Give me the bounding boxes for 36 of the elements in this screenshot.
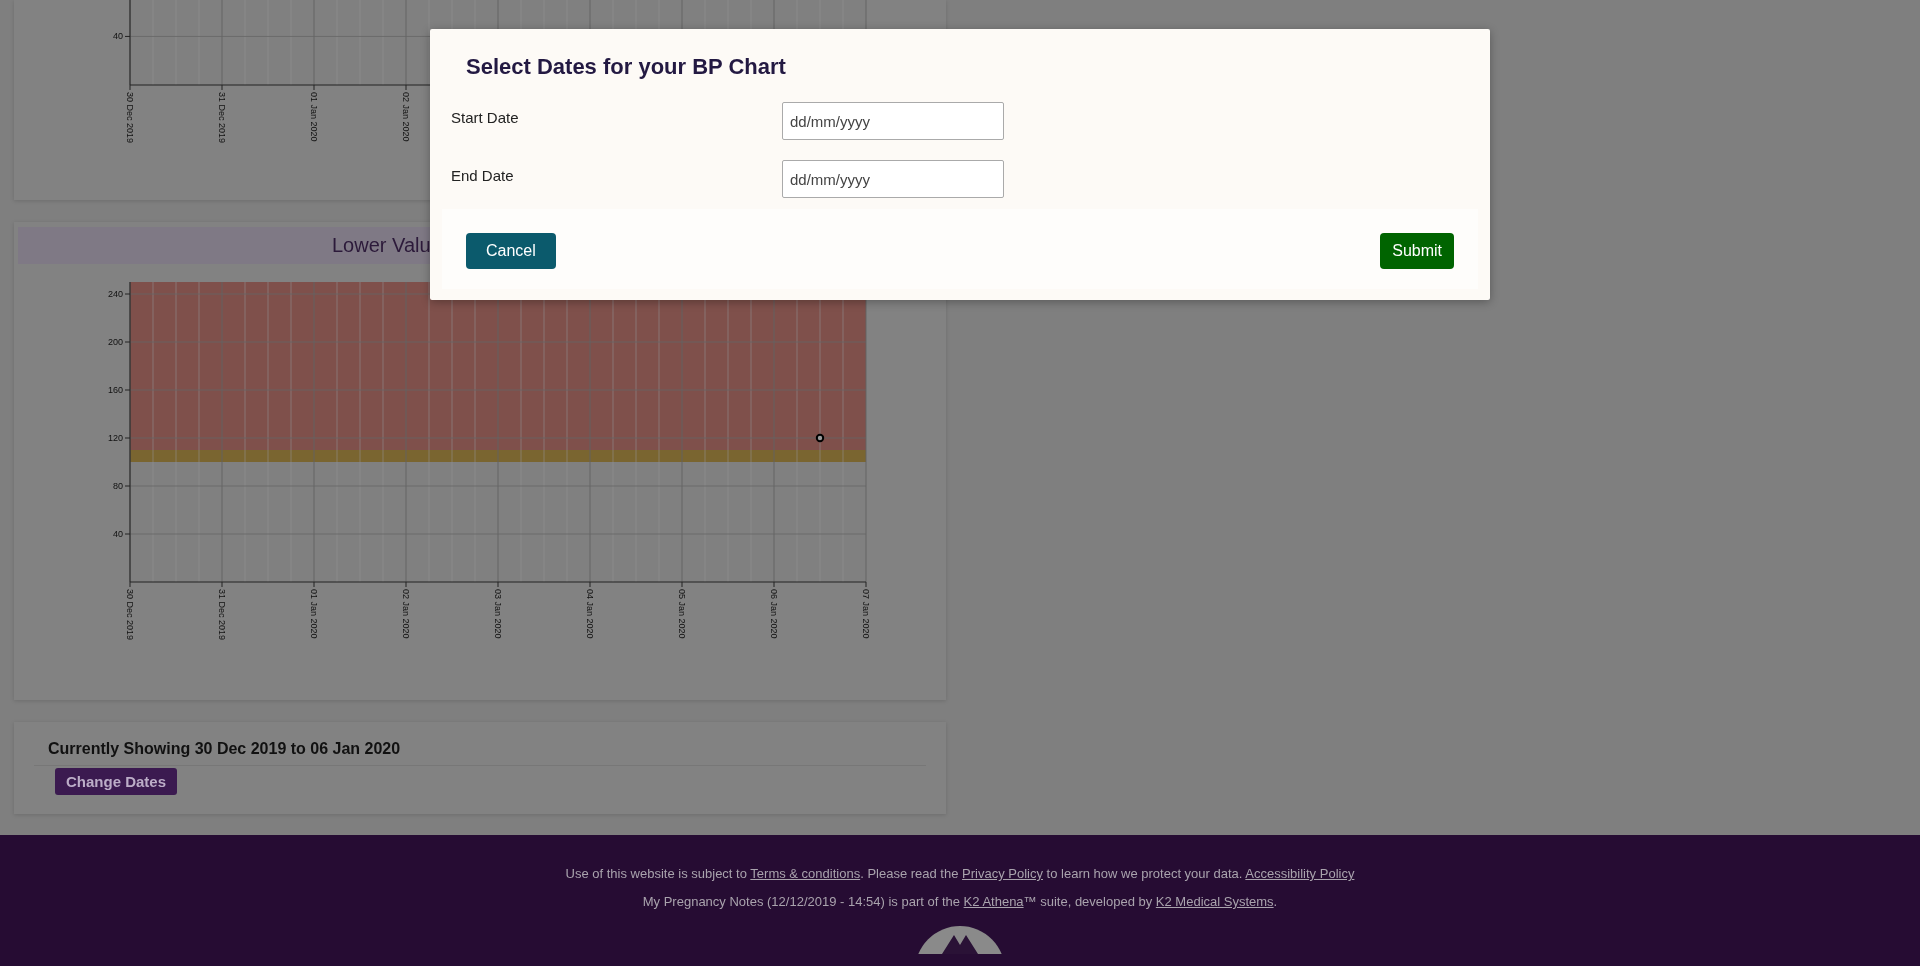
axis-tick-label: 30 Dec 2019 [125, 589, 135, 641]
axis-tick-label: 40 [113, 529, 123, 539]
footer-text: Use of this website is subject to Terms & conditions. Please read the Privacy Policy to learn how we protect your data. Accessibility Policy [564, 866, 1356, 882]
axis-tick-label: 05 Jan 2020 [677, 589, 687, 639]
axis-tick-label: 31 Dec 2019 [217, 92, 227, 144]
axis-tick-label: 120 [107, 433, 123, 443]
axis-tick-label: 80 [113, 481, 123, 491]
axis-tick-label: 02 Jan 2020 [401, 92, 411, 142]
axis-tick-label: 03 Jan 2020 [493, 589, 503, 639]
axis-tick-label: 01 Jan 2020 [309, 589, 319, 639]
date-input-field[interactable]: dd/mm/yyyy [782, 160, 1004, 198]
field-label: End Date [451, 166, 515, 186]
chart-title: Lower Valu [332, 234, 431, 257]
date-input-field[interactable]: dd/mm/yyyy [782, 102, 1004, 140]
date-range-text: Currently Showing 30 Dec 2019 to 06 Jan 2020 [48, 739, 402, 759]
footer-link[interactable]: Accessibility Policy [1245, 866, 1355, 881]
footer-text: My Pregnancy Notes (12/12/2019 - 14:54) is part of the K2 Athena™ suite, developed by K2 Medical Systems. [641, 894, 1279, 910]
cancel-button[interactable]: Cancel [466, 233, 556, 269]
dialog-title: Select Dates for your BP Chart [465, 53, 787, 81]
axis-tick-label: 240 [107, 289, 123, 299]
axis-tick-label: 04 Jan 2020 [585, 589, 595, 639]
field-label: Start Date [451, 108, 520, 128]
axis-tick-label: 31 Dec 2019 [217, 589, 227, 641]
footer-link[interactable]: K2 Medical Systems [1155, 894, 1274, 909]
axis-tick-label: 30 Dec 2019 [125, 92, 135, 144]
axis-tick-label: 40 [113, 31, 123, 42]
axis-tick-label: 01 Jan 2020 [309, 92, 319, 142]
footer-link[interactable]: K2 Athena [963, 894, 1024, 909]
change-dates-button[interactable]: Change Dates [55, 768, 178, 795]
axis-tick-label: 200 [107, 337, 123, 347]
footer-link[interactable]: Privacy Policy [962, 866, 1043, 881]
axis-tick-label: 160 [107, 385, 123, 395]
axis-tick-label: 07 Jan 2020 [861, 589, 871, 639]
axis-tick-label: 06 Jan 2020 [769, 589, 779, 639]
axis-tick-label: 02 Jan 2020 [401, 589, 411, 639]
submit-button[interactable]: Submit [1380, 233, 1454, 269]
